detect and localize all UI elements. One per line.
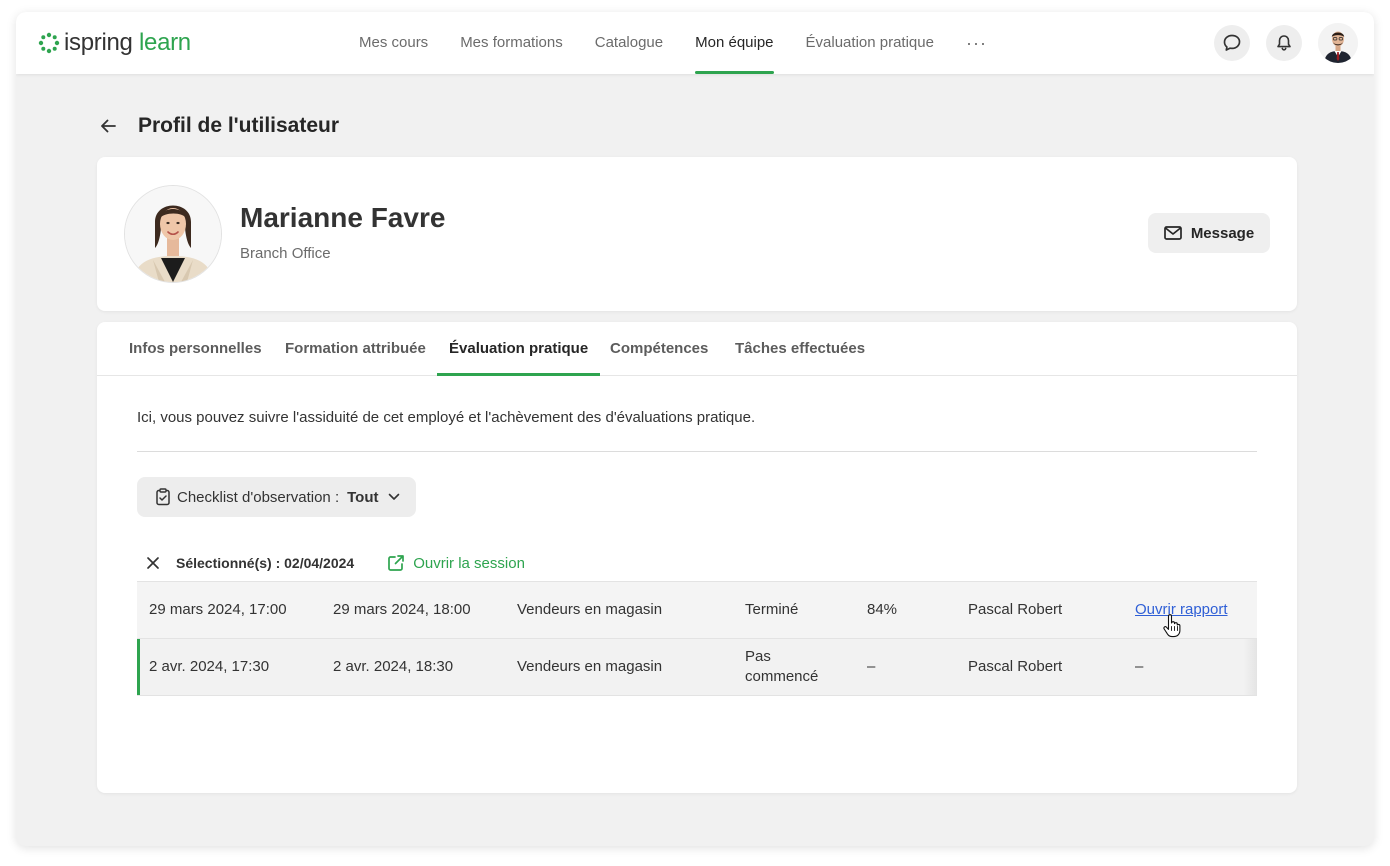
notifications-button[interactable] [1266, 25, 1302, 61]
chat-bubble-icon [1223, 34, 1241, 51]
close-icon[interactable] [137, 547, 169, 579]
tab-infos-personnelles[interactable]: Infos personnelles [129, 322, 262, 375]
status-line-2: commencé [745, 668, 819, 685]
status-cell: Terminé [745, 601, 799, 618]
tab-formation-attribuee[interactable]: Formation attribuée [285, 322, 426, 375]
profile-tabs: Infos personnelles Formation attribuée É… [97, 322, 1297, 376]
woman-portrait-image [125, 186, 221, 282]
back-arrow-icon[interactable] [96, 114, 120, 138]
group-cell: Vendeurs en magasin [517, 658, 663, 675]
section-divider [137, 451, 1257, 452]
tab-taches-effectuees[interactable]: Tâches effectuées [735, 322, 865, 375]
envelope-icon [1163, 226, 1182, 240]
status-line-1: Pas [745, 648, 771, 665]
nav-item-mes-formations[interactable]: Mes formations [460, 12, 563, 74]
filter-value: Tout [347, 488, 379, 506]
external-link-icon [388, 555, 405, 571]
tab-evaluation-pratique[interactable]: Évaluation pratique [436, 322, 601, 376]
ispring-learn-logo[interactable]: ispring learn [38, 29, 191, 57]
logo-text: ispring learn [64, 29, 191, 57]
nav-item-mon-equipe[interactable]: Mon équipe [695, 12, 774, 74]
hand-pointer-cursor-icon [1163, 614, 1181, 638]
observer-cell: Pascal Robert [968, 658, 1063, 675]
evaluation-description: Ici, vous pouvez suivre l'assiduité de c… [137, 409, 756, 426]
page-header: Profil de l'utilisateur [96, 112, 339, 140]
page-title: Profil de l'utilisateur [138, 114, 340, 137]
score-cell: – [867, 658, 876, 675]
ispring-logo-icon [38, 32, 60, 54]
clipboard-check-icon [155, 488, 171, 506]
top-navigation-bar: ispring learn Mes cours Mes formations C… [16, 12, 1374, 74]
end-time-cell: 2 avr. 2024, 18:30 [333, 658, 454, 675]
message-button-label: Message [1190, 224, 1255, 242]
open-session-button[interactable]: Ouvrir la session [387, 554, 525, 572]
table-row[interactable]: 2 avr. 2024, 17:30 2 avr. 2024, 18:30 Ve… [137, 639, 1257, 696]
open-session-label: Ouvrir la session [413, 554, 525, 572]
table-row[interactable]: 29 mars 2024, 17:00 29 mars 2024, 18:00 … [137, 581, 1257, 639]
tab-competences[interactable]: Compétences [610, 322, 708, 375]
chevron-down-icon [388, 493, 400, 501]
more-menu-icon[interactable]: ··· [966, 12, 987, 74]
status-cell: Pas commencé [745, 639, 845, 695]
man-avatar-image [1318, 23, 1358, 63]
profile-card: Marianne Favre Branch Office Message [97, 157, 1297, 311]
bell-icon [1277, 35, 1291, 51]
start-time-cell: 2 avr. 2024, 17:30 [149, 658, 270, 675]
logo-text-ispring: ispring [64, 29, 133, 56]
filter-label: Checklist d'observation : [177, 488, 340, 506]
group-cell: Vendeurs en magasin [517, 601, 663, 618]
app-window: ispring learn Mes cours Mes formations C… [16, 12, 1374, 846]
chat-button[interactable] [1214, 25, 1250, 61]
profile-photo [124, 185, 222, 283]
user-department: Branch Office [240, 245, 331, 262]
selection-label: Sélectionné(s) : 02/04/2024 [176, 555, 355, 571]
evaluation-card: Infos personnelles Formation attribuée É… [97, 322, 1297, 793]
action-cell: – [1135, 658, 1144, 675]
user-name: Marianne Favre [240, 202, 446, 233]
nav-item-evaluation-pratique[interactable]: Évaluation pratique [806, 12, 934, 74]
observer-cell: Pascal Robert [968, 601, 1063, 618]
end-time-cell: 29 mars 2024, 18:00 [333, 601, 471, 618]
main-nav: Mes cours Mes formations Catalogue Mon é… [359, 12, 1019, 74]
checklist-filter-dropdown[interactable]: Checklist d'observation : Tout [137, 477, 416, 517]
logo-text-learn: learn [138, 29, 191, 56]
selection-bar: Sélectionné(s) : 02/04/2024 Ouvrir la se… [137, 544, 1257, 582]
status-text: Pas commencé [745, 647, 818, 687]
user-avatar[interactable] [1318, 23, 1358, 63]
start-time-cell: 29 mars 2024, 17:00 [149, 601, 287, 618]
sessions-table: 29 mars 2024, 17:00 29 mars 2024, 18:00 … [137, 581, 1257, 696]
message-button[interactable]: Message [1148, 213, 1270, 253]
nav-item-catalogue[interactable]: Catalogue [595, 12, 663, 74]
score-cell: 84% [867, 601, 898, 618]
nav-item-mes-cours[interactable]: Mes cours [359, 12, 428, 74]
